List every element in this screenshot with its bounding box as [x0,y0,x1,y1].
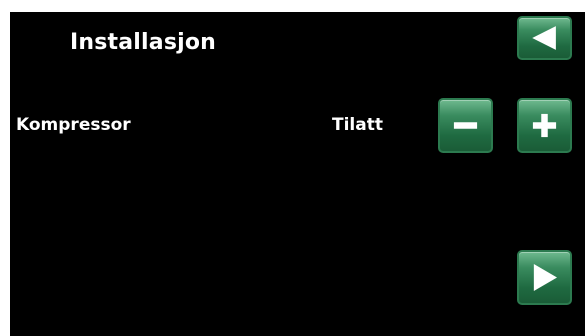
decrease-button[interactable] [438,98,493,153]
display-frame: Installasjon Kompressor Tilatt [0,0,585,336]
minus-icon [453,122,478,129]
increase-button[interactable] [517,98,572,153]
back-button[interactable] [517,16,572,60]
page-title: Installasjon [70,30,217,55]
setting-value: Tilatt [332,115,383,135]
plus-icon [532,113,557,138]
next-button[interactable] [517,250,572,305]
triangle-right-icon [533,264,558,291]
screen: Installasjon Kompressor Tilatt [10,12,585,336]
triangle-left-icon [532,26,556,50]
setting-label: Kompressor [16,115,131,135]
